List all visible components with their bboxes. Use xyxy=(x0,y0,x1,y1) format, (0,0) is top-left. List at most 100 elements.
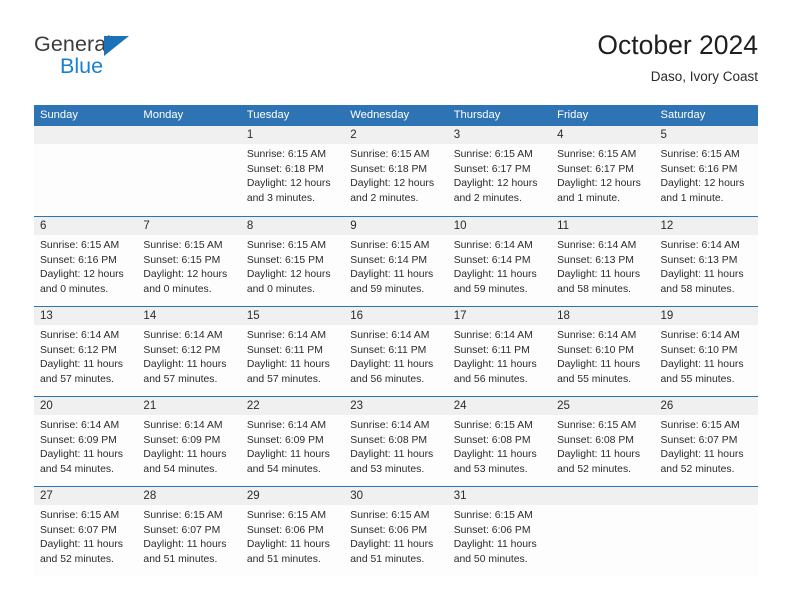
day-cell[interactable]: 8 Sunrise: 6:15 AM Sunset: 6:15 PM Daylight… xyxy=(240,217,345,306)
day-cell[interactable]: 10 Sunrise: 6:14 AM Sunset: 6:14 PM Dayligh… xyxy=(447,217,552,306)
day-detail-line: Daylight: 11 hours xyxy=(557,449,641,461)
day-detail-line: Sunset: 6:09 PM xyxy=(143,434,221,446)
day-cell[interactable]: 28 Sunrise: 6:15 AM Sunset: 6:07 PM Dayligh… xyxy=(137,487,241,576)
day-detail-line: Daylight: 11 hours xyxy=(453,359,537,371)
day-detail-line: and 50 minutes. xyxy=(453,553,528,565)
day-detail-line: and 54 minutes. xyxy=(143,463,218,475)
general-blue-logo[interactable]: General Blue xyxy=(34,32,234,84)
day-detail-line: Sunset: 6:11 PM xyxy=(350,344,427,356)
day-cell[interactable]: 2 Sunrise: 6:15 AM Sunset: 6:18 PM Daylight… xyxy=(344,126,448,216)
day-detail-line: Daylight: 12 hours xyxy=(350,178,435,190)
day-detail-lines: Sunrise: 6:14 AM Sunset: 6:08 PM Daylight:… xyxy=(344,415,447,477)
day-detail-line: Sunrise: 6:15 AM xyxy=(350,510,430,521)
day-detail-line: Sunrise: 6:14 AM xyxy=(246,330,326,341)
logo-text-blue: Blue xyxy=(60,54,104,78)
page-title: October 2024 xyxy=(597,30,758,60)
day-cell[interactable]: 4 Sunrise: 6:15 AM Sunset: 6:17 PM Daylight… xyxy=(551,126,655,216)
day-detail-line: Daylight: 11 hours xyxy=(143,449,227,461)
day-cell[interactable]: 13 Sunrise: 6:14 AM Sunset: 6:12 PM Dayligh… xyxy=(34,307,138,396)
day-cell[interactable]: 26 Sunrise: 6:15 AM Sunset: 6:07 PM Dayligh… xyxy=(654,397,758,486)
day-number: 5 xyxy=(654,126,758,144)
day-detail-lines: Sunrise: 6:14 AM Sunset: 6:11 PM Daylight:… xyxy=(241,325,344,387)
day-cell[interactable]: 30 Sunrise: 6:15 AM Sunset: 6:06 PM Dayligh… xyxy=(344,487,448,576)
day-detail-line: and 58 minutes. xyxy=(557,283,632,295)
day-cell[interactable]: 3 Sunrise: 6:15 AM Sunset: 6:17 PM Daylight… xyxy=(447,126,552,216)
day-detail-line: Sunrise: 6:14 AM xyxy=(453,330,533,341)
day-cell[interactable]: 11 Sunrise: 6:14 AM Sunset: 6:13 PM Dayligh… xyxy=(551,217,655,306)
day-detail-line: Daylight: 11 hours xyxy=(143,539,227,551)
day-cell[interactable]: 5 Sunrise: 6:15 AM Sunset: 6:16 PM Daylight… xyxy=(654,126,758,216)
day-cell[interactable]: 17 Sunrise: 6:14 AM Sunset: 6:11 PM Dayligh… xyxy=(447,307,552,396)
day-cell[interactable]: 12 Sunrise: 6:14 AM Sunset: 6:13 PM Dayligh… xyxy=(654,217,758,306)
day-cell[interactable]: 18 Sunrise: 6:14 AM Sunset: 6:10 PM Dayligh… xyxy=(551,307,655,396)
day-number: 1 xyxy=(240,126,345,144)
day-cell[interactable]: 6 Sunrise: 6:15 AM Sunset: 6:16 PM Daylight… xyxy=(34,217,138,306)
day-cell[interactable]: 29 Sunrise: 6:15 AM Sunset: 6:06 PM Dayligh… xyxy=(240,487,345,576)
day-detail-line: Daylight: 12 hours xyxy=(246,269,331,281)
logo-text-general: General xyxy=(34,32,112,56)
day-detail-line: Daylight: 11 hours xyxy=(557,359,641,371)
day-detail-line: and 55 minutes. xyxy=(557,373,632,385)
day-detail-line: and 51 minutes. xyxy=(350,553,425,565)
day-detail-line: Sunrise: 6:15 AM xyxy=(40,240,120,251)
day-detail-line: Sunrise: 6:14 AM xyxy=(143,330,223,341)
weekday-header-wednesday: Wednesday xyxy=(350,109,410,121)
day-number: 12 xyxy=(654,217,758,235)
day-cell[interactable]: 9 Sunrise: 6:15 AM Sunset: 6:14 PM Daylight… xyxy=(344,217,448,306)
calendar-weeks: 1 Sunrise: 6:15 AM Sunset: 6:18 PM Daylight… xyxy=(34,126,758,576)
day-detail-lines: Sunrise: 6:15 AM Sunset: 6:08 PM Daylight:… xyxy=(448,415,551,477)
day-detail-lines: Sunrise: 6:15 AM Sunset: 6:16 PM Daylight:… xyxy=(34,235,137,297)
day-number xyxy=(551,487,655,505)
day-detail-line: Daylight: 11 hours xyxy=(350,539,434,551)
day-cell[interactable]: 24 Sunrise: 6:15 AM Sunset: 6:08 PM Dayligh… xyxy=(447,397,552,486)
day-cell[interactable]: 19 Sunrise: 6:14 AM Sunset: 6:10 PM Dayligh… xyxy=(654,307,758,396)
day-detail-line: Daylight: 11 hours xyxy=(246,449,330,461)
day-cell[interactable]: 15 Sunrise: 6:14 AM Sunset: 6:11 PM Dayligh… xyxy=(240,307,345,396)
day-number: 3 xyxy=(447,126,552,144)
day-detail-lines: Sunrise: 6:15 AM Sunset: 6:17 PM Daylight:… xyxy=(551,144,654,206)
day-number: 14 xyxy=(137,307,241,325)
day-detail-lines: Sunrise: 6:14 AM Sunset: 6:10 PM Daylight:… xyxy=(551,325,654,387)
weekday-header-friday: Friday xyxy=(557,109,589,121)
day-detail-line: Sunrise: 6:15 AM xyxy=(350,240,430,251)
day-detail-line: Sunrise: 6:14 AM xyxy=(453,240,533,251)
day-detail-lines xyxy=(137,144,240,148)
day-number xyxy=(654,487,758,505)
day-detail-line: Daylight: 11 hours xyxy=(143,359,227,371)
day-detail-line: Sunset: 6:07 PM xyxy=(143,524,221,536)
day-detail-line: and 2 minutes. xyxy=(453,192,522,204)
day-cell[interactable]: 1 Sunrise: 6:15 AM Sunset: 6:18 PM Daylight… xyxy=(240,126,345,216)
day-detail-lines: Sunrise: 6:14 AM Sunset: 6:12 PM Daylight:… xyxy=(34,325,137,387)
day-detail-line: Daylight: 11 hours xyxy=(40,449,123,461)
day-detail-line: Sunrise: 6:14 AM xyxy=(350,420,430,431)
day-detail-line: Sunrise: 6:15 AM xyxy=(246,149,326,160)
weekday-header-thursday: Thursday xyxy=(453,109,501,121)
day-cell[interactable]: 27 Sunrise: 6:15 AM Sunset: 6:07 PM Dayligh… xyxy=(34,487,138,576)
day-cell[interactable]: 25 Sunrise: 6:15 AM Sunset: 6:08 PM Dayligh… xyxy=(551,397,655,486)
day-cell[interactable]: 16 Sunrise: 6:14 AM Sunset: 6:11 PM Dayligh… xyxy=(344,307,448,396)
calendar-week-row: 13 Sunrise: 6:14 AM Sunset: 6:12 PM Dayligh… xyxy=(34,306,758,396)
day-cell[interactable]: 21 Sunrise: 6:14 AM Sunset: 6:09 PM Dayligh… xyxy=(137,397,241,486)
calendar-page: General Blue October 2024 Daso, Ivory Co… xyxy=(0,0,792,612)
day-detail-line: and 58 minutes. xyxy=(660,283,735,295)
day-cell[interactable]: 14 Sunrise: 6:14 AM Sunset: 6:12 PM Dayligh… xyxy=(137,307,241,396)
day-number: 9 xyxy=(344,217,448,235)
day-detail-line: Sunset: 6:16 PM xyxy=(660,163,738,175)
day-cell[interactable]: 22 Sunrise: 6:14 AM Sunset: 6:09 PM Dayligh… xyxy=(240,397,345,486)
day-detail-line: Sunset: 6:07 PM xyxy=(660,434,738,446)
day-detail-line: and 53 minutes. xyxy=(453,463,528,475)
day-detail-line: Sunrise: 6:14 AM xyxy=(557,330,637,341)
day-number: 29 xyxy=(240,487,345,505)
day-cell[interactable]: 23 Sunrise: 6:14 AM Sunset: 6:08 PM Dayligh… xyxy=(344,397,448,486)
day-cell[interactable]: 7 Sunrise: 6:15 AM Sunset: 6:15 PM Daylight… xyxy=(137,217,241,306)
day-detail-line: Sunset: 6:15 PM xyxy=(143,254,221,266)
day-detail-line: Sunrise: 6:14 AM xyxy=(557,240,637,251)
weekday-header-monday: Monday xyxy=(143,109,184,121)
day-detail-line: Sunset: 6:18 PM xyxy=(350,163,428,175)
day-detail-line: Sunrise: 6:14 AM xyxy=(40,420,120,431)
day-detail-line: Daylight: 11 hours xyxy=(453,269,537,281)
day-number: 26 xyxy=(654,397,758,415)
day-cell[interactable]: 20 Sunrise: 6:14 AM Sunset: 6:09 PM Dayligh… xyxy=(34,397,138,486)
day-number: 20 xyxy=(34,397,138,415)
day-cell[interactable]: 31 Sunrise: 6:15 AM Sunset: 6:06 PM Dayligh… xyxy=(447,487,552,576)
